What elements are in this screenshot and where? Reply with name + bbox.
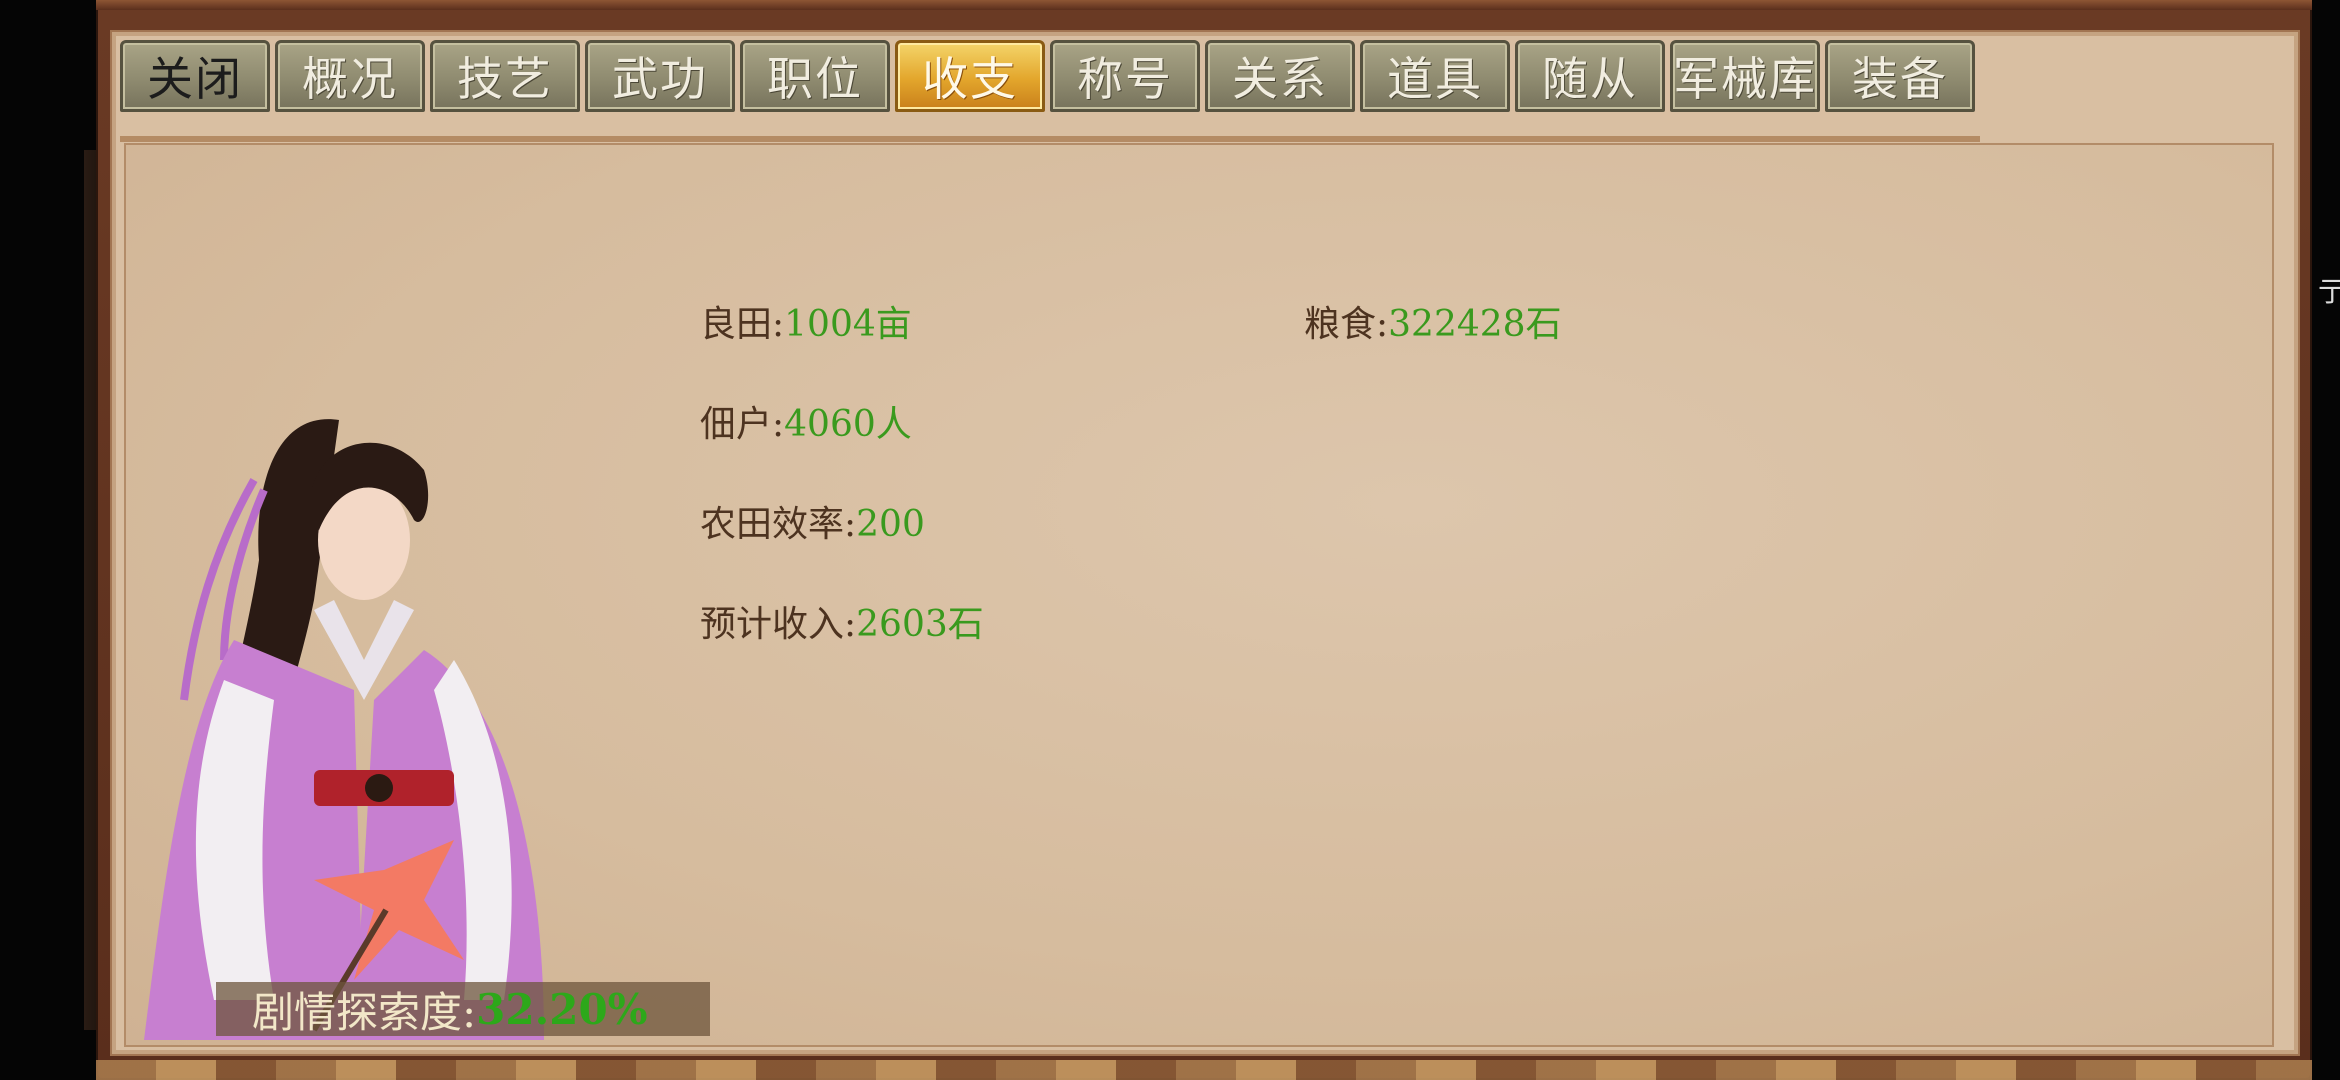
stat-expected-income-label: 预计收入: (700, 604, 857, 645)
story-exploration-progress: 剧情探索度: 32.20% (216, 982, 710, 1037)
tab-equipment[interactable]: 装备 (1825, 40, 1975, 112)
stat-efficiency-value: 200 (856, 504, 925, 545)
stat-tenants-value: 4060人 (784, 404, 912, 445)
tab-close[interactable]: 关闭 (120, 40, 270, 112)
tab-relations[interactable]: 关系 (1205, 40, 1355, 112)
tab-martial-arts[interactable]: 武功 (585, 40, 735, 112)
stat-farmland: 良田:1004亩 (700, 295, 912, 347)
right-edge-glyph: 亍 (2318, 275, 2340, 308)
right-edge-fragment: 亍 (2316, 40, 2340, 440)
stat-tenants-label: 佃户: (700, 404, 785, 445)
stat-grain: 粮食:322428石 (1304, 295, 1562, 347)
tab-overview[interactable]: 概况 (275, 40, 425, 112)
tab-underline (120, 136, 1980, 142)
character-window: 关闭 概况 技艺 武功 职位 收支 称号 关系 道具 随从 军械库 装备 良田:… (96, 0, 2312, 1080)
bottom-decoration-strip (96, 1060, 2312, 1080)
stat-efficiency: 农田效率:200 (700, 495, 925, 547)
tab-titles[interactable]: 称号 (1050, 40, 1200, 112)
story-exploration-value: 32.20% (476, 984, 648, 1034)
stat-expected-income: 预计收入:2603石 (700, 595, 984, 647)
tab-followers[interactable]: 随从 (1515, 40, 1665, 112)
stat-grain-label: 粮食: (1304, 304, 1389, 345)
stat-tenants: 佃户:4060人 (700, 395, 912, 447)
tab-position[interactable]: 职位 (740, 40, 890, 112)
stat-farmland-value: 1004亩 (784, 304, 912, 345)
portrait-sash-knot (365, 774, 393, 802)
stat-grain-value: 322428石 (1388, 304, 1562, 345)
window-top-border (96, 0, 2312, 10)
story-exploration-label: 剧情探索度: (252, 987, 477, 1037)
tab-income[interactable]: 收支 (895, 40, 1045, 112)
stat-farmland-label: 良田: (700, 304, 785, 345)
tab-skills[interactable]: 技艺 (430, 40, 580, 112)
stat-expected-income-value: 2603石 (856, 604, 984, 645)
tab-armory[interactable]: 军械库 (1670, 40, 1820, 112)
tab-items[interactable]: 道具 (1360, 40, 1510, 112)
tab-bar: 关闭 概况 技艺 武功 职位 收支 称号 关系 道具 随从 军械库 装备 (120, 40, 1975, 112)
character-portrait (144, 419, 544, 1040)
stat-efficiency-label: 农田效率: (700, 504, 857, 545)
